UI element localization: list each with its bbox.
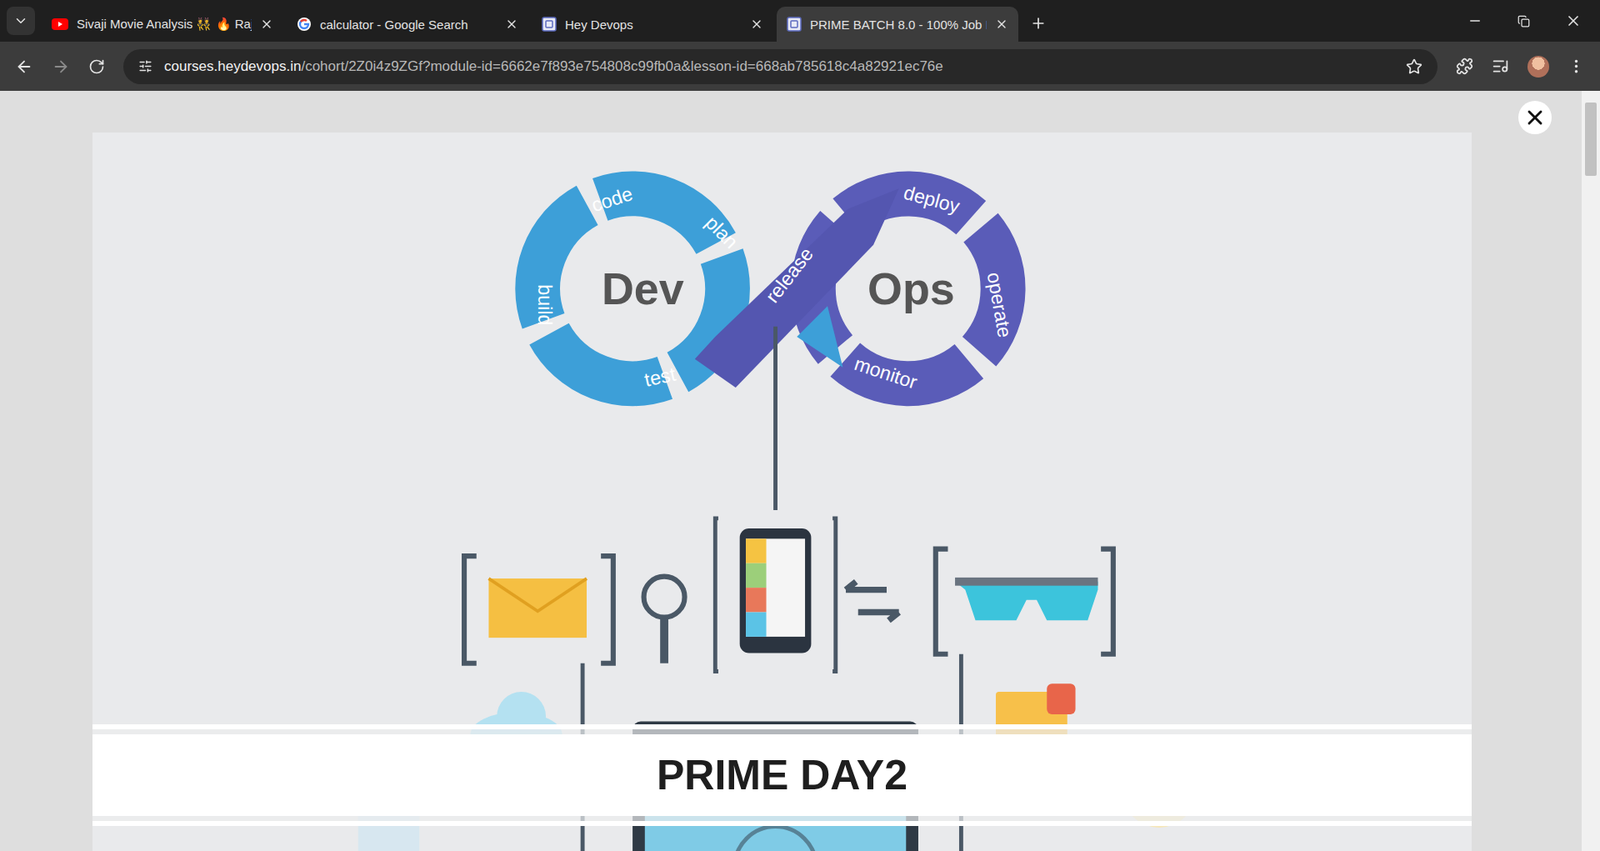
svg-text:operate: operate: [983, 270, 1016, 340]
close-viewer-button[interactable]: [1518, 100, 1552, 135]
restore-button[interactable]: [1517, 15, 1530, 28]
tab-close-button[interactable]: [505, 17, 519, 31]
svg-text:monitor: monitor: [851, 352, 920, 394]
star-icon: [1405, 58, 1423, 75]
close-icon: [1565, 12, 1582, 30]
tab-close-button[interactable]: [750, 17, 764, 31]
url-text: courses.heydevops.in/cohort/2Z0i4z9ZGf?m…: [164, 58, 1395, 75]
media-button[interactable]: [1491, 57, 1510, 75]
svg-text:Ops: Ops: [867, 263, 955, 314]
reload-icon: [88, 58, 105, 75]
tab-label: Hey Devops: [565, 17, 742, 32]
svg-text:Dev: Dev: [601, 263, 685, 314]
tab-close-button[interactable]: [995, 17, 1009, 31]
minimize-icon: [1467, 13, 1483, 29]
browser-tab[interactable]: Hey Devops: [531, 6, 774, 42]
svg-text:plan: plan: [700, 211, 742, 253]
youtube-icon: [51, 18, 69, 30]
browser-window: Sivaji Movie Analysis 👯 🔥 Raj calculator …: [0, 0, 1600, 851]
window-close-button[interactable]: [1565, 12, 1582, 30]
back-button[interactable]: [15, 57, 34, 76]
title-banner: PRIME DAY2: [92, 724, 1472, 826]
chevron-down-icon: [13, 13, 29, 29]
back-icon: [15, 57, 34, 76]
forward-icon: [51, 57, 70, 76]
menu-icon: [1567, 57, 1585, 75]
lesson-thumbnail: Dev Ops code plan build test release deploy oper…: [92, 132, 1472, 851]
google-icon: [296, 16, 312, 32]
svg-text:release: release: [760, 243, 817, 307]
toolbar: courses.heydevops.in/cohort/2Z0i4z9ZGf?m…: [0, 41, 1600, 91]
profile-avatar[interactable]: [1527, 55, 1550, 78]
svg-text:deploy: deploy: [901, 181, 963, 218]
minimize-button[interactable]: [1467, 13, 1483, 29]
menu-button[interactable]: [1567, 57, 1585, 75]
browser-tab[interactable]: calculator - Google Search: [286, 6, 529, 42]
tab-label: Sivaji Movie Analysis 👯 🔥 Raj: [76, 16, 252, 32]
forward-button[interactable]: [51, 57, 70, 76]
tab-close-button[interactable]: [260, 17, 274, 31]
tab-label: PRIME BATCH 8.0 - 100% Job R: [810, 17, 987, 32]
plus-icon: [1030, 15, 1047, 32]
page: Dev Ops code plan build test release deploy oper…: [0, 90, 1600, 851]
svg-text:build: build: [534, 284, 556, 325]
site-icon: [786, 16, 802, 32]
svg-text:code: code: [588, 182, 635, 216]
address-bar[interactable]: courses.heydevops.in/cohort/2Z0i4z9ZGf?m…: [123, 49, 1438, 85]
lesson-viewer: Dev Ops code plan build test release deploy oper…: [0, 90, 1582, 851]
new-tab-button[interactable]: [1030, 15, 1047, 32]
close-icon: [995, 17, 1009, 31]
puzzle-icon: [1455, 57, 1474, 75]
close-icon: [1523, 105, 1547, 130]
site-info-button[interactable]: [138, 59, 153, 74]
tab-strip: Sivaji Movie Analysis 👯 🔥 Raj calculator …: [0, 0, 1600, 42]
extensions-button[interactable]: [1455, 57, 1474, 75]
restore-icon: [1517, 15, 1530, 28]
bookmark-button[interactable]: [1405, 58, 1423, 75]
reload-button[interactable]: [88, 58, 105, 75]
scrollbar[interactable]: [1581, 90, 1600, 851]
scrollbar-thumb[interactable]: [1585, 102, 1597, 176]
site-info-icon: [138, 59, 153, 74]
svg-text:test: test: [642, 363, 679, 391]
site-icon: [541, 16, 557, 32]
media-icon: [1491, 57, 1510, 75]
tab-label: calculator - Google Search: [320, 17, 497, 32]
lesson-title: PRIME DAY2: [92, 734, 1472, 816]
browser-tab[interactable]: PRIME BATCH 8.0 - 100% Job R: [776, 6, 1019, 42]
tab-search-button[interactable]: [6, 6, 35, 35]
close-icon: [505, 17, 519, 31]
browser-tab[interactable]: Sivaji Movie Analysis 👯 🔥 Raj: [41, 6, 284, 42]
close-icon: [260, 17, 274, 31]
window-controls: [1467, 0, 1600, 42]
close-icon: [750, 17, 764, 31]
